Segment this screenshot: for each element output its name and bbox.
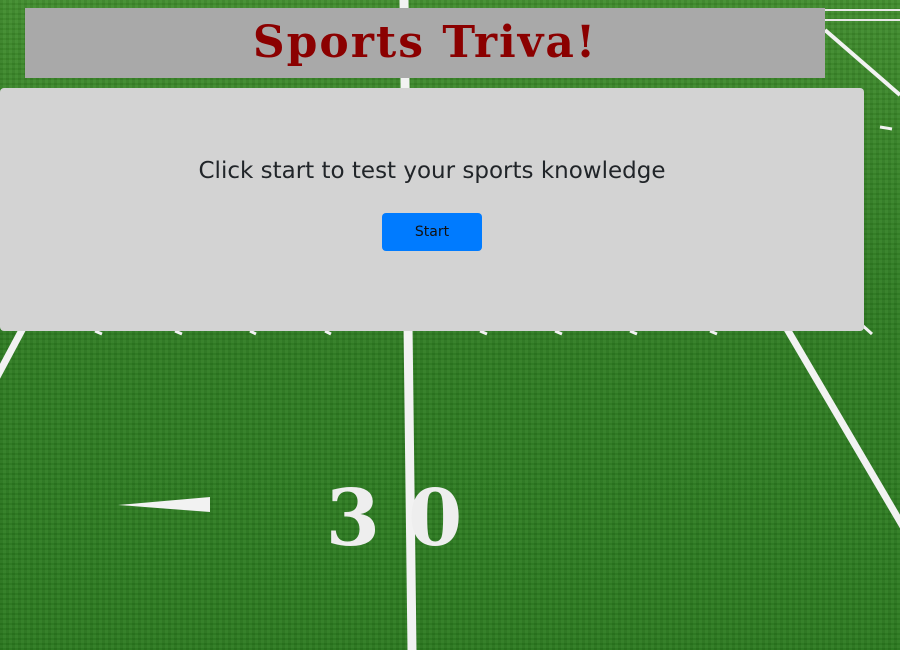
yard-line xyxy=(766,298,900,529)
yard-number: 30 xyxy=(326,473,491,564)
yard-line xyxy=(823,28,900,97)
intro-prompt: Click start to test your sports knowledg… xyxy=(198,158,666,184)
start-button[interactable]: Start xyxy=(382,213,482,251)
direction-arrow-icon xyxy=(118,497,210,512)
intro-card: Click start to test your sports knowledg… xyxy=(0,88,864,331)
page-title: Sports Triva! xyxy=(252,17,598,68)
title-bar: Sports Triva! xyxy=(25,8,825,78)
